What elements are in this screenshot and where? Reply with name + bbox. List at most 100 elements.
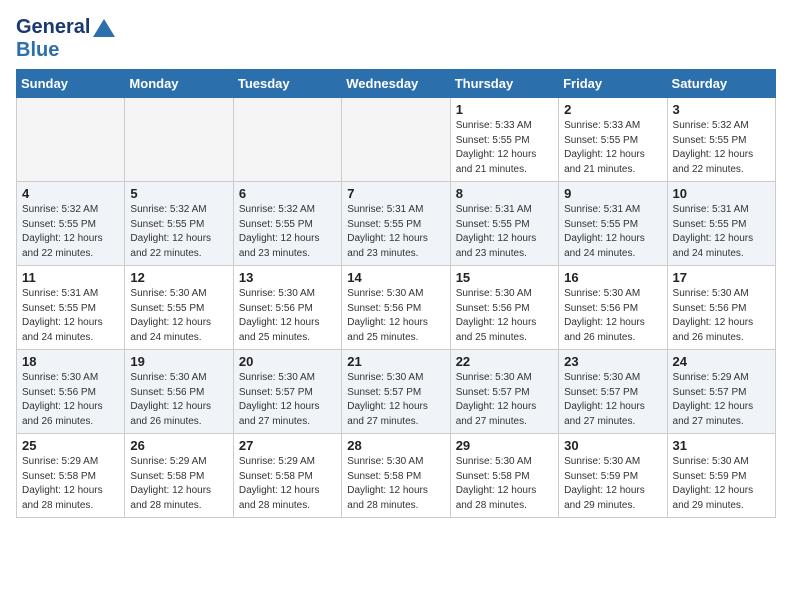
day-info: Sunrise: 5:32 AM Sunset: 5:55 PM Dayligh… bbox=[22, 203, 119, 261]
day-info: Sunrise: 5:30 AM Sunset: 5:57 PM Dayligh… bbox=[347, 371, 444, 429]
day-info: Sunrise: 5:30 AM Sunset: 5:56 PM Dayligh… bbox=[456, 287, 553, 345]
calendar: SundayMondayTuesdayWednesdayThursdayFrid… bbox=[16, 69, 776, 518]
day-info: Sunrise: 5:31 AM Sunset: 5:55 PM Dayligh… bbox=[673, 203, 770, 261]
day-info: Sunrise: 5:33 AM Sunset: 5:55 PM Dayligh… bbox=[564, 119, 661, 177]
calendar-cell: 2 Sunrise: 5:33 AM Sunset: 5:55 PM Daylig… bbox=[559, 98, 667, 182]
calendar-cell: 6 Sunrise: 5:32 AM Sunset: 5:55 PM Daylig… bbox=[233, 182, 341, 266]
calendar-cell: 15 Sunrise: 5:30 AM Sunset: 5:56 PM Dayli… bbox=[450, 266, 558, 350]
empty-cell bbox=[17, 98, 125, 182]
day-number: 9 bbox=[564, 186, 661, 201]
calendar-cell: 3 Sunrise: 5:32 AM Sunset: 5:55 PM Daylig… bbox=[667, 98, 775, 182]
day-number: 1 bbox=[456, 102, 553, 117]
calendar-cell: 4 Sunrise: 5:32 AM Sunset: 5:55 PM Daylig… bbox=[17, 182, 125, 266]
day-number: 25 bbox=[22, 438, 119, 453]
day-info: Sunrise: 5:30 AM Sunset: 5:58 PM Dayligh… bbox=[347, 455, 444, 513]
calendar-week-row: 1 Sunrise: 5:33 AM Sunset: 5:55 PM Daylig… bbox=[17, 98, 776, 182]
day-number: 27 bbox=[239, 438, 336, 453]
day-info: Sunrise: 5:30 AM Sunset: 5:56 PM Dayligh… bbox=[347, 287, 444, 345]
calendar-cell: 21Sunrise: 5:30 AM Sunset: 5:57 PM Dayli… bbox=[342, 350, 450, 434]
calendar-cell: 19 Sunrise: 5:30 AM Sunset: 5:56 PM Dayli… bbox=[125, 350, 233, 434]
day-info: Sunrise: 5:30 AM Sunset: 5:58 PM Dayligh… bbox=[456, 455, 553, 513]
day-info: Sunrise: 5:32 AM Sunset: 5:55 PM Dayligh… bbox=[239, 203, 336, 261]
day-number: 10 bbox=[673, 186, 770, 201]
day-number: 14 bbox=[347, 270, 444, 285]
calendar-cell: 8 Sunrise: 5:31 AM Sunset: 5:55 PM Daylig… bbox=[450, 182, 558, 266]
day-number: 7 bbox=[347, 186, 444, 201]
day-info: Sunrise: 5:30 AM Sunset: 5:55 PM Dayligh… bbox=[130, 287, 227, 345]
calendar-cell: 28 Sunrise: 5:30 AM Sunset: 5:58 PM Dayli… bbox=[342, 434, 450, 518]
day-number: 4 bbox=[22, 186, 119, 201]
day-info: Sunrise: 5:30 AM Sunset: 5:57 PM Dayligh… bbox=[564, 371, 661, 429]
day-info: Sunrise: 5:33 AM Sunset: 5:55 PM Dayligh… bbox=[456, 119, 553, 177]
calendar-cell: 22 Sunrise: 5:30 AM Sunset: 5:57 PM Dayli… bbox=[450, 350, 558, 434]
calendar-cell: 29 Sunrise: 5:30 AM Sunset: 5:58 PM Dayli… bbox=[450, 434, 558, 518]
empty-cell bbox=[342, 98, 450, 182]
day-info: Sunrise: 5:30 AM Sunset: 5:57 PM Dayligh… bbox=[239, 371, 336, 429]
logo: General Blue bbox=[16, 16, 115, 61]
weekday-header: Monday bbox=[125, 70, 233, 98]
day-info: Sunrise: 5:31 AM Sunset: 5:55 PM Dayligh… bbox=[564, 203, 661, 261]
calendar-cell: 14 Sunrise: 5:30 AM Sunset: 5:56 PM Dayli… bbox=[342, 266, 450, 350]
calendar-cell: 18 Sunrise: 5:30 AM Sunset: 5:56 PM Dayli… bbox=[17, 350, 125, 434]
calendar-cell: 24 Sunrise: 5:29 AM Sunset: 5:57 PM Dayli… bbox=[667, 350, 775, 434]
calendar-week-row: 18 Sunrise: 5:30 AM Sunset: 5:56 PM Dayli… bbox=[17, 350, 776, 434]
day-info: Sunrise: 5:31 AM Sunset: 5:55 PM Dayligh… bbox=[456, 203, 553, 261]
day-number: 24 bbox=[673, 354, 770, 369]
day-number: 26 bbox=[130, 438, 227, 453]
calendar-week-row: 4 Sunrise: 5:32 AM Sunset: 5:55 PM Daylig… bbox=[17, 182, 776, 266]
calendar-cell: 13 Sunrise: 5:30 AM Sunset: 5:56 PM Dayli… bbox=[233, 266, 341, 350]
calendar-cell: 5Sunrise: 5:32 AM Sunset: 5:55 PM Daylig… bbox=[125, 182, 233, 266]
calendar-cell: 17Sunrise: 5:30 AM Sunset: 5:56 PM Dayli… bbox=[667, 266, 775, 350]
day-info: Sunrise: 5:30 AM Sunset: 5:56 PM Dayligh… bbox=[239, 287, 336, 345]
calendar-cell: 23Sunrise: 5:30 AM Sunset: 5:57 PM Dayli… bbox=[559, 350, 667, 434]
day-info: Sunrise: 5:29 AM Sunset: 5:57 PM Dayligh… bbox=[673, 371, 770, 429]
calendar-week-row: 25 Sunrise: 5:29 AM Sunset: 5:58 PM Dayli… bbox=[17, 434, 776, 518]
calendar-cell: 9 Sunrise: 5:31 AM Sunset: 5:55 PM Daylig… bbox=[559, 182, 667, 266]
weekday-header: Thursday bbox=[450, 70, 558, 98]
day-number: 18 bbox=[22, 354, 119, 369]
day-number: 2 bbox=[564, 102, 661, 117]
day-info: Sunrise: 5:30 AM Sunset: 5:56 PM Dayligh… bbox=[130, 371, 227, 429]
day-number: 29 bbox=[456, 438, 553, 453]
day-info: Sunrise: 5:30 AM Sunset: 5:59 PM Dayligh… bbox=[673, 455, 770, 513]
day-number: 28 bbox=[347, 438, 444, 453]
calendar-cell: 30 Sunrise: 5:30 AM Sunset: 5:59 PM Dayli… bbox=[559, 434, 667, 518]
day-number: 16 bbox=[564, 270, 661, 285]
day-number: 17 bbox=[673, 270, 770, 285]
day-info: Sunrise: 5:29 AM Sunset: 5:58 PM Dayligh… bbox=[130, 455, 227, 513]
day-number: 12 bbox=[130, 270, 227, 285]
calendar-cell: 31 Sunrise: 5:30 AM Sunset: 5:59 PM Dayli… bbox=[667, 434, 775, 518]
day-info: Sunrise: 5:30 AM Sunset: 5:59 PM Dayligh… bbox=[564, 455, 661, 513]
day-info: Sunrise: 5:31 AM Sunset: 5:55 PM Dayligh… bbox=[22, 287, 119, 345]
calendar-cell: 27 Sunrise: 5:29 AM Sunset: 5:58 PM Dayli… bbox=[233, 434, 341, 518]
day-info: Sunrise: 5:31 AM Sunset: 5:55 PM Dayligh… bbox=[347, 203, 444, 261]
day-info: Sunrise: 5:30 AM Sunset: 5:56 PM Dayligh… bbox=[564, 287, 661, 345]
calendar-cell: 7 Sunrise: 5:31 AM Sunset: 5:55 PM Daylig… bbox=[342, 182, 450, 266]
day-number: 8 bbox=[456, 186, 553, 201]
day-number: 19 bbox=[130, 354, 227, 369]
calendar-cell: 10 Sunrise: 5:31 AM Sunset: 5:55 PM Dayli… bbox=[667, 182, 775, 266]
calendar-cell: 11 Sunrise: 5:31 AM Sunset: 5:55 PM Dayli… bbox=[17, 266, 125, 350]
calendar-cell: 1 Sunrise: 5:33 AM Sunset: 5:55 PM Daylig… bbox=[450, 98, 558, 182]
calendar-cell: 26 Sunrise: 5:29 AM Sunset: 5:58 PM Dayli… bbox=[125, 434, 233, 518]
day-number: 3 bbox=[673, 102, 770, 117]
day-info: Sunrise: 5:30 AM Sunset: 5:57 PM Dayligh… bbox=[456, 371, 553, 429]
weekday-header: Sunday bbox=[17, 70, 125, 98]
weekday-header: Tuesday bbox=[233, 70, 341, 98]
day-number: 13 bbox=[239, 270, 336, 285]
day-number: 15 bbox=[456, 270, 553, 285]
day-info: Sunrise: 5:32 AM Sunset: 5:55 PM Dayligh… bbox=[673, 119, 770, 177]
calendar-cell: 12 Sunrise: 5:30 AM Sunset: 5:55 PM Dayli… bbox=[125, 266, 233, 350]
day-number: 31 bbox=[673, 438, 770, 453]
calendar-week-row: 11 Sunrise: 5:31 AM Sunset: 5:55 PM Dayli… bbox=[17, 266, 776, 350]
weekday-header: Wednesday bbox=[342, 70, 450, 98]
day-info: Sunrise: 5:30 AM Sunset: 5:56 PM Dayligh… bbox=[22, 371, 119, 429]
day-info: Sunrise: 5:29 AM Sunset: 5:58 PM Dayligh… bbox=[239, 455, 336, 513]
day-number: 30 bbox=[564, 438, 661, 453]
day-number: 22 bbox=[456, 354, 553, 369]
day-number: 6 bbox=[239, 186, 336, 201]
calendar-cell: 20Sunrise: 5:30 AM Sunset: 5:57 PM Dayli… bbox=[233, 350, 341, 434]
weekday-header: Saturday bbox=[667, 70, 775, 98]
day-number: 11 bbox=[22, 270, 119, 285]
empty-cell bbox=[125, 98, 233, 182]
